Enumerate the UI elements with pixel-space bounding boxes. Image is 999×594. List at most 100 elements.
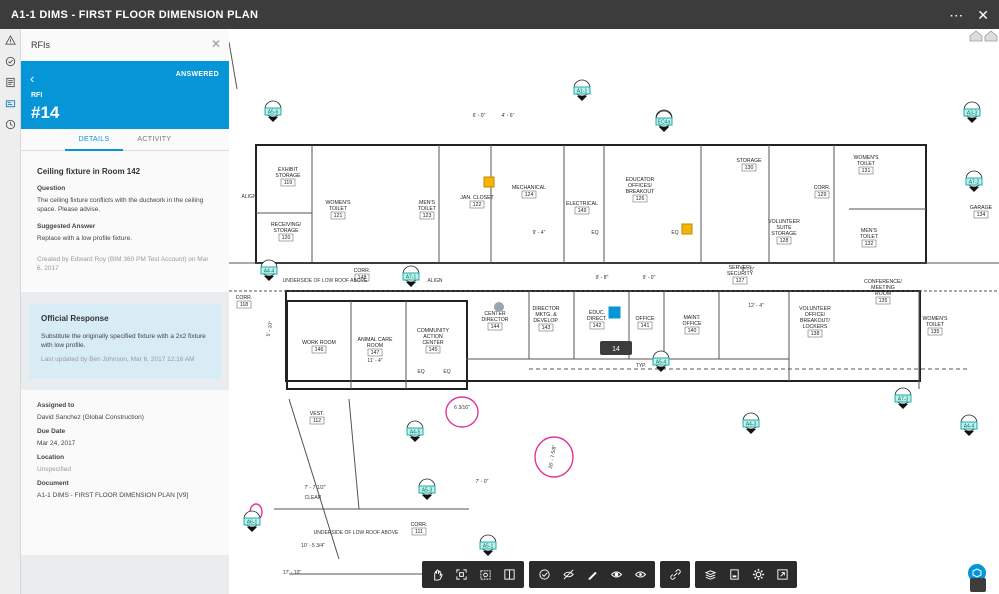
dimension-text: 5' - 10" — [266, 320, 275, 337]
issue-marker[interactable] — [483, 176, 495, 188]
warning-icon[interactable] — [0, 30, 21, 51]
close-icon[interactable]: ✕ — [211, 37, 221, 51]
check-circle-icon[interactable] — [0, 51, 21, 72]
room-label: ROOM — [875, 291, 891, 297]
room-label: VEST. — [310, 411, 324, 417]
rfi-pin-icon[interactable] — [494, 302, 504, 312]
eye-icon[interactable] — [629, 564, 651, 586]
id-card-icon[interactable] — [0, 93, 21, 114]
created-by: Created by Edward Roy (BIM 360 PM Test A… — [37, 256, 209, 272]
dimension-text: 6' - 0" — [473, 113, 486, 119]
document-value[interactable]: A1-1 DIMS - FIRST FLOOR DIMENSION PLAN [… — [37, 492, 213, 499]
dimension-text: 26' - 7 5/8" — [548, 444, 558, 469]
markup-icon[interactable] — [533, 564, 555, 586]
home-icon[interactable] — [984, 30, 998, 42]
home-icon[interactable] — [969, 30, 983, 42]
document-title: A1-1 DIMS - FIRST FLOOR DIMENSION PLAN — [11, 8, 259, 21]
room-label: STORAGE — [273, 228, 299, 234]
plan-note: ALIGN — [241, 194, 256, 200]
room-number: 128 — [780, 238, 789, 244]
dimension-text: 7' - 7 1/2" — [304, 485, 325, 491]
clock-icon[interactable] — [0, 114, 21, 135]
pan-icon[interactable] — [426, 564, 448, 586]
official-updated: Last updated by Ben Johnson, Mar 6, 2017… — [41, 356, 195, 363]
rfi-details-card: Ceiling fixture in Room 142 Question The… — [21, 151, 229, 292]
location-value[interactable]: Unspecified — [37, 466, 213, 473]
back-arrow-icon[interactable]: ‹ — [30, 71, 34, 86]
link-icon[interactable] — [664, 564, 686, 586]
section-tag-label: A5-3 — [422, 488, 433, 494]
panel-title: RFIs — [31, 40, 50, 50]
room-number: 118 — [240, 302, 248, 308]
section-tag-label: A4-5 — [410, 430, 421, 436]
section-tag-arrow — [964, 431, 974, 436]
question-text: The ceiling fixture conflicts with the d… — [37, 197, 204, 213]
room-label: TOILET — [329, 206, 348, 212]
fullscreen-icon[interactable] — [771, 564, 793, 586]
section-tag-arrow — [969, 187, 979, 192]
section-tag-arrow — [264, 276, 274, 281]
grid-icon[interactable] — [970, 578, 986, 592]
title-bar: A1-1 DIMS - FIRST FLOOR DIMENSION PLAN ⋯… — [0, 0, 999, 29]
revision-cloud[interactable] — [445, 396, 479, 428]
room-label: TOILET — [926, 322, 945, 328]
close-icon[interactable]: ✕ — [977, 8, 989, 22]
ellipsis-icon[interactable]: ⋯ — [949, 8, 963, 22]
due-value[interactable]: Mar 24, 2017 — [37, 440, 213, 447]
panel-header: RFIs ✕ — [21, 29, 229, 61]
assigned-value[interactable]: David Sanchez (Global Construction) — [37, 414, 213, 421]
room-number: 135 — [879, 298, 888, 304]
sheet-info-icon[interactable] — [723, 564, 745, 586]
section-tag-arrow — [247, 527, 257, 532]
room-number: 143 — [542, 325, 551, 331]
room-number: 132 — [865, 241, 874, 247]
section-tag-label: A4-4 — [264, 269, 275, 275]
location-label: Location — [37, 454, 65, 461]
visibility-icon[interactable] — [605, 564, 627, 586]
floor-plan-viewer[interactable]: EXHIBIT STORAGE 119 WOMEN'S TOILET 121 MEN'S TO… — [229, 29, 999, 594]
section-tag-label: EC4a — [658, 120, 671, 126]
official-text: Substitute the originally specified fixt… — [41, 333, 206, 349]
section-tag-label: A4-3 — [746, 422, 757, 428]
room-number: 121 — [334, 213, 343, 219]
document-label: Document — [37, 480, 69, 487]
room-number: 138 — [811, 331, 820, 337]
sheet-icon[interactable] — [0, 72, 21, 93]
layers-icon[interactable] — [699, 564, 721, 586]
room-label: OFFICE — [635, 316, 655, 322]
room-label: WORK ROOM — [302, 340, 336, 346]
room-number: 130 — [745, 165, 754, 171]
pen-icon[interactable] — [581, 564, 603, 586]
plan-note: UNDERSIDE OF LOW ROOF ABOVE — [283, 278, 368, 284]
issue-marker[interactable] — [681, 223, 693, 235]
room-number: 111 — [415, 529, 423, 535]
settings-icon[interactable] — [747, 564, 769, 586]
section-tag-arrow — [422, 495, 432, 500]
section-tag-arrow — [483, 551, 493, 556]
section-tag-label: A5-6 — [268, 110, 279, 116]
room-label: BREAKOUT — [626, 189, 655, 195]
link-tools — [660, 561, 690, 588]
navigation-tools — [422, 561, 524, 588]
section-tag-arrow — [967, 118, 977, 123]
tab-activity[interactable]: ACTIVITY — [123, 129, 185, 151]
zoom-region-icon[interactable] — [474, 564, 496, 586]
section-tag-arrow — [268, 117, 278, 122]
room-number: 144 — [491, 324, 500, 330]
room-number: 120 — [282, 235, 291, 241]
rfi-banner: ‹ ANSWERED RFI #14 — [21, 61, 229, 129]
fit-icon[interactable] — [450, 564, 472, 586]
split-view-icon[interactable] — [498, 564, 520, 586]
hide-markup-icon[interactable] — [557, 564, 579, 586]
tab-details[interactable]: DETAILS — [64, 129, 124, 151]
rfi-pin-icon[interactable] — [607, 305, 622, 320]
section-tag-arrow — [410, 437, 420, 442]
section-tag-arrow — [577, 96, 587, 101]
room-label: TOILET — [418, 206, 437, 212]
status-badge: ANSWERED — [175, 71, 219, 78]
section-tag-arrow — [898, 404, 908, 409]
section-tag-label: A1-1 — [577, 89, 588, 95]
section-tag-arrow — [659, 127, 669, 132]
room-number: 119 — [284, 180, 292, 186]
tool-rail — [0, 29, 21, 594]
